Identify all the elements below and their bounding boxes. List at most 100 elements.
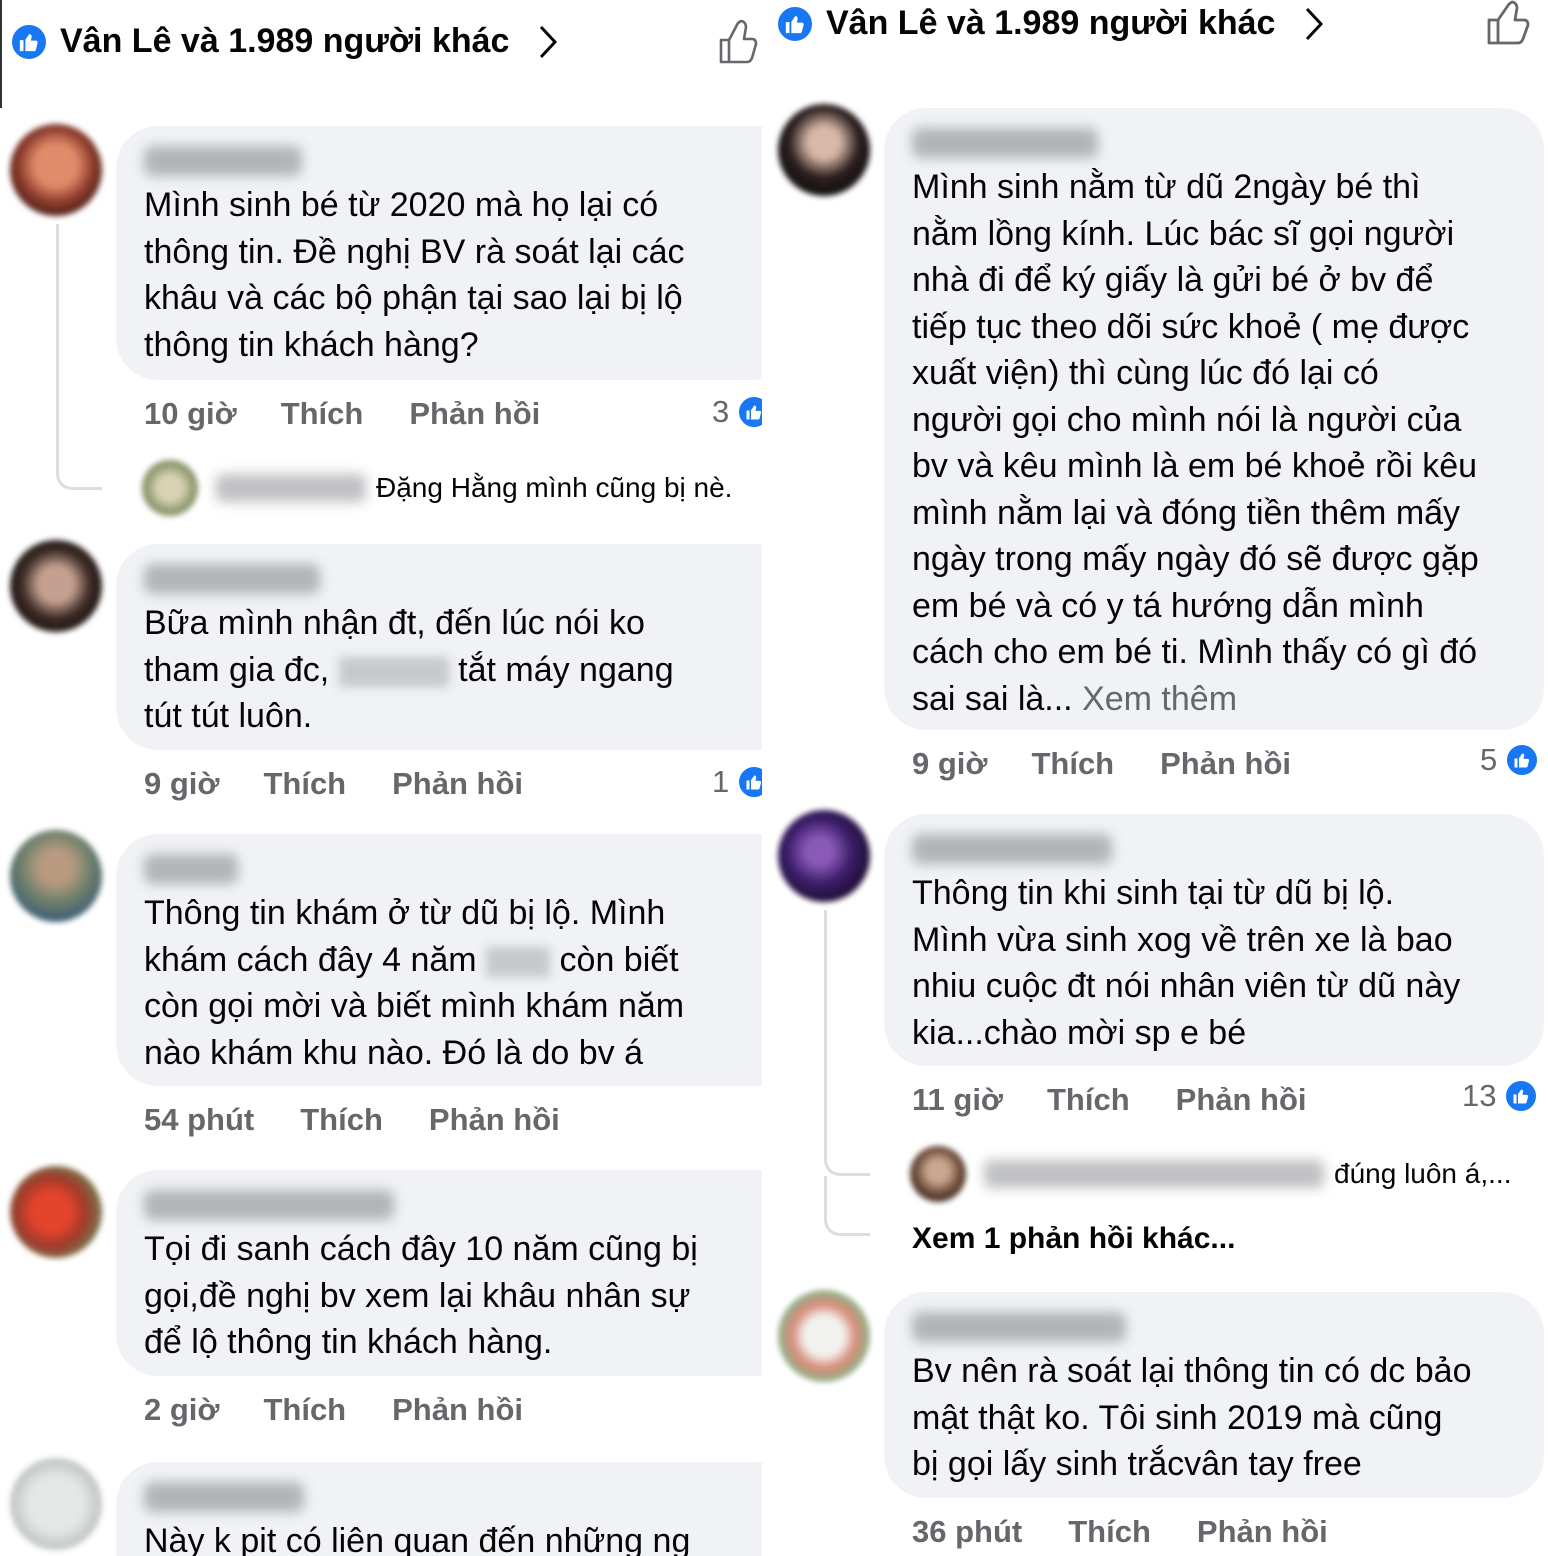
avatar[interactable] <box>10 1458 102 1550</box>
avatar[interactable] <box>910 1146 966 1202</box>
comment-line: mình nằm lại và đóng tiền thêm mấy <box>912 493 1461 532</box>
comment-line: em bé và có y tá hướng dẫn mình <box>912 586 1424 625</box>
comment-line-part: khám cách đây 4 năm <box>144 940 477 979</box>
comment-line: khám cách đây 4 năm còn biết <box>144 937 684 984</box>
comment-line: tham gia đc, tắt máy ngang <box>144 647 674 694</box>
reactions-summary[interactable]: Vân Lê và 1.989 người khác <box>776 4 1325 43</box>
avatar[interactable] <box>778 1290 870 1382</box>
comment-line: khâu và các bộ phận tại sao lại bị lộ <box>144 279 683 317</box>
reactions-summary[interactable]: Vân Lê và 1.989 người khác <box>10 22 559 61</box>
comment-time[interactable]: 36 phút <box>912 1514 1022 1550</box>
comment-line: cách cho em bé ti. Mình thấy có gì đó <box>912 633 1478 671</box>
reaction-count-value: 3 <box>712 394 730 429</box>
chevron-right-icon <box>540 25 558 58</box>
reply-button[interactable]: Phản hồi <box>392 1392 523 1428</box>
comment-line-part: còn biết <box>559 940 679 979</box>
reply-button[interactable]: Phản hồi <box>1197 1514 1328 1550</box>
comment-time[interactable]: 54 phút <box>144 1102 254 1138</box>
thumbs-up-outline-icon[interactable] <box>718 18 758 64</box>
avatar[interactable] <box>10 540 102 632</box>
view-more-replies-link[interactable]: Xem 1 phản hồi khác... <box>912 1222 1235 1256</box>
comment-time[interactable]: 11 giờ <box>912 1082 1003 1118</box>
avatar[interactable] <box>778 104 870 196</box>
like-badge-icon <box>776 4 814 43</box>
comment-author-redacted[interactable] <box>144 1482 304 1512</box>
comment-bubble: Tọi đi sanh cách đây 10 năm cũng bị gọi,… <box>116 1170 762 1376</box>
reactions-summary-text: Vân Lê và 1.989 người khác <box>826 4 1276 42</box>
comment-line: để lộ thông tin khách hàng. <box>144 1323 553 1361</box>
comment-actions: 10 giờ Thích Phản hồi <box>144 396 540 432</box>
comment-author-redacted[interactable] <box>144 1190 394 1220</box>
comment-line: bv và kêu mình là em bé khoẻ rồi kêu <box>912 447 1478 485</box>
like-button[interactable]: Thích <box>281 396 364 432</box>
comment-author-redacted[interactable] <box>912 834 1112 864</box>
like-button[interactable]: Thích <box>263 766 346 802</box>
reply-author-redacted[interactable] <box>216 474 366 502</box>
comment-time[interactable]: 9 giờ <box>144 766 219 802</box>
comment-line-part: tắt máy ngang <box>458 650 674 689</box>
like-badge-icon <box>1504 1079 1539 1113</box>
comment-line: thông tin. Đề nghị BV rà soát lại các <box>144 232 685 271</box>
comment-author-redacted[interactable] <box>912 128 1098 158</box>
comment-text: Thông tin khi sinh tại từ dũ bị lộ. Mình… <box>912 870 1460 1056</box>
comment-text: Tọi đi sanh cách đây 10 năm cũng bị gọi,… <box>144 1226 698 1366</box>
reply-thread-line <box>824 1176 870 1236</box>
comment-author-redacted[interactable] <box>912 1312 1126 1342</box>
chevron-right-icon <box>1306 7 1324 40</box>
comment-line: kia...chào mời sp e bé <box>912 1013 1247 1052</box>
comment-text: Mình sinh bé từ 2020 mà họ lại có thông … <box>144 182 685 368</box>
avatar[interactable] <box>778 810 870 902</box>
reaction-count[interactable]: 3 <box>712 394 762 430</box>
reply-button[interactable]: Phản hồi <box>1160 746 1291 782</box>
reactions-summary-text: Vân Lê và 1.989 người khác <box>60 22 510 60</box>
thumbs-up-outline-icon[interactable] <box>1486 0 1532 46</box>
like-button[interactable]: Thích <box>1031 746 1114 782</box>
reaction-count[interactable]: 5 <box>1480 742 1540 778</box>
comment-author-redacted[interactable] <box>144 564 320 594</box>
reaction-count[interactable]: 13 <box>1462 1078 1539 1114</box>
comment-text: Bữa mình nhận đt, đến lúc nói ko tham gi… <box>144 600 674 740</box>
reply-button[interactable]: Phản hồi <box>409 396 540 432</box>
like-button[interactable]: Thích <box>1047 1082 1130 1118</box>
comment-line: tút tút luôn. <box>144 697 313 735</box>
comment-author-redacted[interactable] <box>144 854 238 884</box>
redacted-text <box>486 946 551 977</box>
comment-line: Này k pit có liên quan đến những ng <box>144 1522 691 1556</box>
comment-line: người gọi cho mình nói là người của <box>912 400 1462 439</box>
like-button[interactable]: Thích <box>263 1392 346 1428</box>
reaction-count-value: 13 <box>1462 1078 1497 1113</box>
like-badge-icon <box>10 22 48 61</box>
reaction-count-value: 5 <box>1480 742 1498 777</box>
reply-button[interactable]: Phản hồi <box>1176 1082 1307 1118</box>
comment-line: nhiu cuộc đt nói nhân viên từ dũ này <box>912 967 1461 1005</box>
comment-line: gọi,đề nghị bv xem lại khâu nhân sự <box>144 1276 691 1315</box>
comment-time[interactable]: 2 giờ <box>144 1392 219 1428</box>
comment-text: Mình sinh nằm từ dũ 2ngày bé thì nằm lồn… <box>912 164 1479 722</box>
reply-preview[interactable]: đúng luôn á,... <box>910 1146 1511 1202</box>
like-button[interactable]: Thích <box>300 1102 383 1138</box>
left-comments-panel: Vân Lê và 1.989 người khác Mình sinh bé … <box>0 0 762 1556</box>
reaction-count[interactable]: 1 <box>712 764 762 800</box>
avatar[interactable] <box>10 124 102 216</box>
avatar[interactable] <box>10 830 102 922</box>
comment-line: mật thật ko. Tôi sinh 2019 mà cũng <box>912 1398 1443 1437</box>
avatar[interactable] <box>10 1166 102 1258</box>
avatar[interactable] <box>142 460 198 516</box>
reply-preview[interactable]: Đặng Hằng mình cũng bị nè. <box>142 460 732 516</box>
comment-line-part: sai sai là... <box>912 679 1073 718</box>
reply-button[interactable]: Phản hồi <box>429 1102 560 1138</box>
reply-button[interactable]: Phản hồi <box>392 766 523 802</box>
like-badge-icon <box>737 395 762 429</box>
comment-author-redacted[interactable] <box>144 146 302 176</box>
comment-time[interactable]: 10 giờ <box>144 396 237 432</box>
panel-edge-divider <box>0 0 2 108</box>
comment-time[interactable]: 9 giờ <box>912 746 987 782</box>
comment-bubble: Mình sinh bé từ 2020 mà họ lại có thông … <box>116 126 762 380</box>
see-more-link[interactable]: Xem thêm <box>1082 680 1237 718</box>
reply-author-redacted[interactable] <box>984 1160 1324 1188</box>
comment-line: bị gọi lấy sinh trắcvân tay free <box>912 1445 1362 1483</box>
like-button[interactable]: Thích <box>1068 1514 1151 1550</box>
comment-actions: 2 giờ Thích Phản hồi <box>144 1392 523 1428</box>
comment-bubble: Thông tin khi sinh tại từ dũ bị lộ. Mình… <box>884 814 1544 1066</box>
comment-line: tiếp tục theo dõi sức khoẻ ( mẹ được <box>912 307 1470 346</box>
